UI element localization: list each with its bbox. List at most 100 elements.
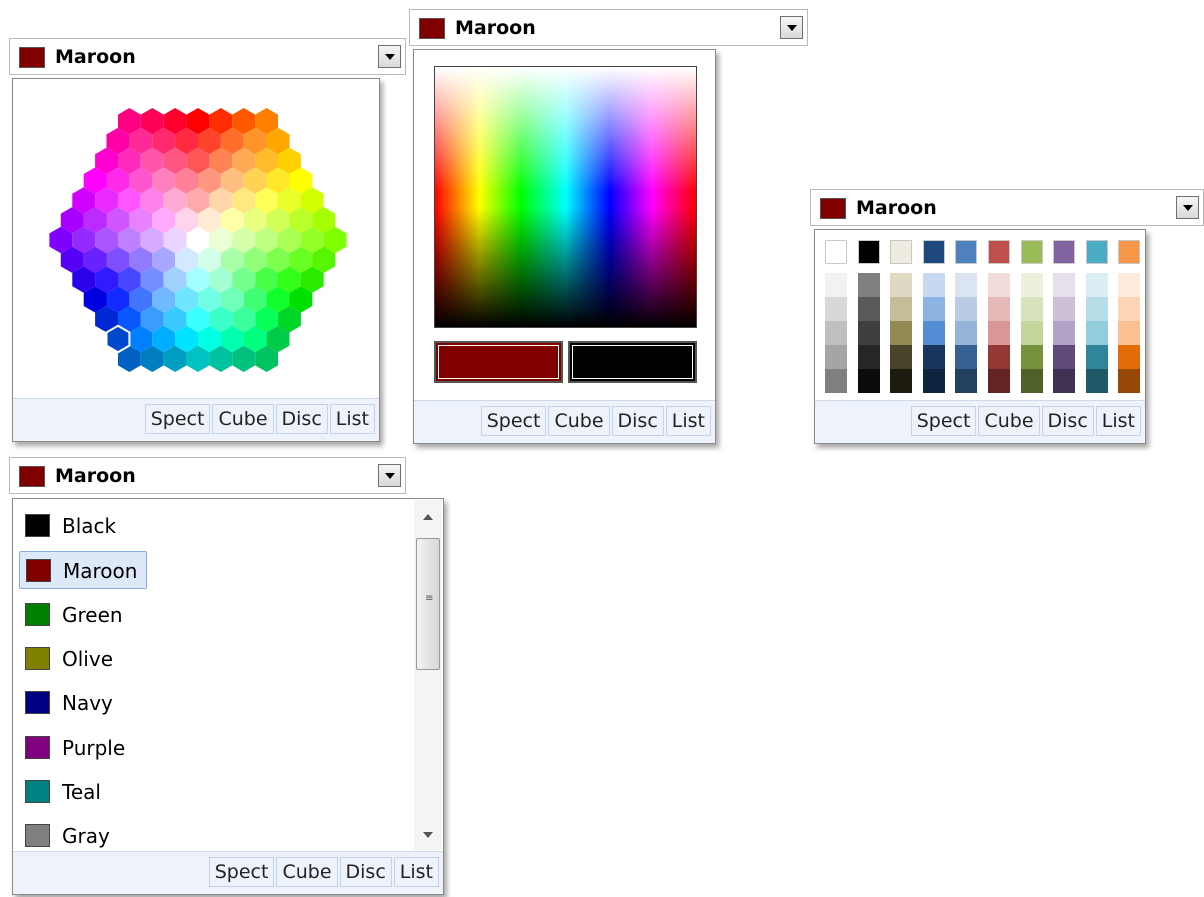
palette-color-cell[interactable] [1118, 240, 1141, 264]
palette-shade-cell[interactable] [955, 321, 978, 345]
dropdown-arrow-button[interactable] [378, 45, 401, 68]
palette-color-cell[interactable] [1085, 240, 1108, 264]
tab-list[interactable]: List [1095, 406, 1141, 436]
tab-list[interactable]: List [329, 404, 375, 434]
palette-shade-cell[interactable] [1085, 345, 1108, 369]
tab-cube[interactable]: Cube [548, 406, 610, 436]
palette-shade-cell[interactable] [1085, 273, 1108, 297]
palette-color-cell[interactable] [857, 240, 880, 264]
palette-shade-cell[interactable] [1085, 369, 1108, 393]
palette-shade-cell[interactable] [1118, 321, 1141, 345]
palette-shade-cell[interactable] [825, 321, 847, 345]
palette-shade-cell[interactable] [955, 369, 978, 393]
palette-shade-cell[interactable] [1053, 273, 1076, 297]
scroll-down-arrow-icon[interactable] [423, 832, 433, 838]
dropdown-arrow-button[interactable] [780, 16, 803, 39]
list-color-combo[interactable]: Maroon [9, 457, 406, 494]
tab-cube[interactable]: Cube [212, 404, 274, 434]
tab-spect[interactable]: Spect [144, 404, 211, 434]
vertical-scrollbar[interactable]: ≡ [414, 500, 442, 850]
palette-shade-cell[interactable] [890, 345, 913, 369]
palette-shade-cell[interactable] [1085, 297, 1108, 321]
palette-shade-cell[interactable] [1118, 273, 1141, 297]
tab-disc[interactable]: Disc [1041, 406, 1094, 436]
palette-shade-cell[interactable] [825, 297, 847, 321]
dropdown-arrow-button[interactable] [378, 464, 401, 487]
palette-shade-cell[interactable] [890, 369, 913, 393]
palette-color-cell[interactable] [922, 240, 945, 264]
color-list-item[interactable]: Purple [19, 729, 147, 767]
color-list-item[interactable]: Navy [19, 684, 147, 722]
palette-shade-cell[interactable] [922, 321, 945, 345]
palette-shade-cell[interactable] [955, 345, 978, 369]
tab-list[interactable]: List [665, 406, 711, 436]
palette-shade-cell[interactable] [988, 321, 1010, 345]
palette-picker-panel: Spect Cube Disc List [814, 229, 1146, 444]
dropdown-arrow-button[interactable] [1176, 196, 1199, 219]
palette-shade-cell[interactable] [890, 273, 913, 297]
tab-cube[interactable]: Cube [978, 406, 1040, 436]
palette-shade-cell[interactable] [857, 321, 880, 345]
palette-color-cell[interactable] [955, 240, 978, 264]
color-list-item[interactable]: Teal [19, 773, 147, 811]
palette-shade-cell[interactable] [857, 369, 880, 393]
palette-shade-cell[interactable] [988, 345, 1010, 369]
palette-shade-cell[interactable] [1053, 297, 1076, 321]
disc-color-combo[interactable]: Maroon [9, 38, 406, 75]
palette-color-cell[interactable] [1020, 240, 1043, 264]
palette-color-combo[interactable]: Maroon [810, 189, 1204, 226]
palette-shade-cell[interactable] [1085, 321, 1108, 345]
spectrum-color-combo[interactable]: Maroon [409, 9, 808, 46]
scroll-up-arrow-icon[interactable] [423, 514, 433, 520]
color-spectrum-field[interactable] [434, 66, 697, 328]
palette-shade-cell[interactable] [825, 369, 847, 393]
palette-shade-cell[interactable] [1020, 345, 1043, 369]
palette-shade-cell[interactable] [857, 273, 880, 297]
tab-spect[interactable]: Spect [208, 857, 275, 887]
tab-spect[interactable]: Spect [910, 406, 977, 436]
tab-cube[interactable]: Cube [276, 857, 338, 887]
palette-color-cell[interactable] [825, 240, 847, 264]
palette-shade-cell[interactable] [1020, 321, 1043, 345]
tab-disc[interactable]: Disc [339, 857, 392, 887]
palette-color-cell[interactable] [1053, 240, 1076, 264]
color-list-item[interactable]: Olive [19, 640, 147, 678]
tab-disc[interactable]: Disc [275, 404, 328, 434]
palette-shade-cell[interactable] [890, 321, 913, 345]
palette-shade-cell[interactable] [857, 297, 880, 321]
palette-shade-cell[interactable] [922, 369, 945, 393]
palette-shade-cell[interactable] [988, 273, 1010, 297]
palette-shade-cell[interactable] [922, 297, 945, 321]
palette-shade-cell[interactable] [955, 297, 978, 321]
color-swatch [25, 779, 50, 803]
palette-shade-cell[interactable] [1020, 297, 1043, 321]
palette-color-cell[interactable] [890, 240, 913, 264]
palette-shade-cell[interactable] [922, 345, 945, 369]
color-list-item[interactable]: Green [19, 596, 147, 634]
palette-shade-cell[interactable] [857, 345, 880, 369]
hexagon-color-disc[interactable] [13, 79, 379, 401]
palette-shade-cell[interactable] [1020, 273, 1043, 297]
palette-shade-cell[interactable] [988, 369, 1010, 393]
palette-shade-cell[interactable] [1053, 321, 1076, 345]
palette-shade-cell[interactable] [955, 273, 978, 297]
tab-disc[interactable]: Disc [611, 406, 664, 436]
color-list-item[interactable]: Maroon [19, 551, 147, 590]
color-list-item[interactable]: Gray [19, 817, 147, 851]
palette-shade-cell[interactable] [988, 297, 1010, 321]
palette-shade-cell[interactable] [1053, 345, 1076, 369]
palette-shade-cell[interactable] [1118, 345, 1141, 369]
color-list-item[interactable]: Black [19, 507, 147, 545]
palette-shade-cell[interactable] [890, 297, 913, 321]
palette-shade-cell[interactable] [825, 273, 847, 297]
scroll-thumb[interactable]: ≡ [416, 538, 440, 670]
palette-shade-cell[interactable] [1118, 369, 1141, 393]
palette-shade-cell[interactable] [1020, 369, 1043, 393]
palette-color-cell[interactable] [988, 240, 1010, 264]
palette-shade-cell[interactable] [1053, 369, 1076, 393]
tab-list[interactable]: List [393, 857, 439, 887]
palette-shade-cell[interactable] [1118, 297, 1141, 321]
palette-shade-cell[interactable] [825, 345, 847, 369]
tab-spect[interactable]: Spect [480, 406, 547, 436]
palette-shade-cell[interactable] [922, 273, 945, 297]
